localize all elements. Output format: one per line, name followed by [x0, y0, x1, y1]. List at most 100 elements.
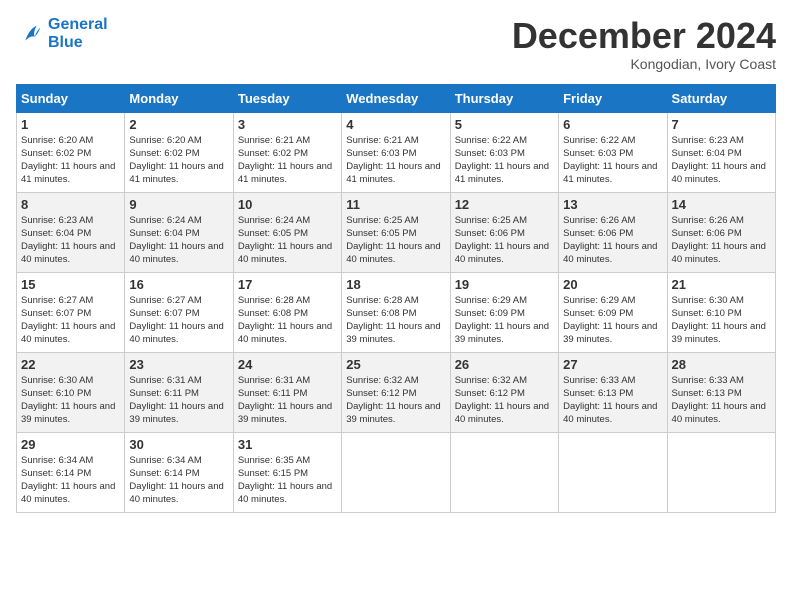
calendar-cell: 9 Sunrise: 6:24 AMSunset: 6:04 PMDaylight… [125, 192, 233, 272]
calendar-cell: 10Sunrise: 6:24 AMSunset: 6:05 PMDayligh… [233, 192, 341, 272]
logo-text: General Blue [48, 16, 108, 51]
day-info: Sunrise: 6:29 AMSunset: 6:09 PMDaylight:… [455, 294, 554, 347]
day-number: 11 [346, 197, 445, 212]
day-info: Sunrise: 6:21 AMSunset: 6:02 PMDaylight:… [238, 134, 337, 187]
day-info: Sunrise: 6:29 AMSunset: 6:09 PMDaylight:… [563, 294, 662, 347]
logo-icon [16, 20, 44, 48]
day-info: Sunrise: 6:34 AMSunset: 6:14 PMDaylight:… [129, 454, 228, 507]
day-number: 25 [346, 357, 445, 372]
day-info: Sunrise: 6:26 AMSunset: 6:06 PMDaylight:… [672, 214, 771, 267]
calendar-cell: 23Sunrise: 6:31 AMSunset: 6:11 PMDayligh… [125, 352, 233, 432]
calendar-header-row: SundayMondayTuesdayWednesdayThursdayFrid… [17, 84, 776, 112]
calendar-week-3: 15 Sunrise: 6:27 AMSunset: 6:07 PMDayligh… [17, 272, 776, 352]
day-info: Sunrise: 6:20 AMSunset: 6:02 PMDaylight:… [129, 134, 228, 187]
day-info: Sunrise: 6:33 AMSunset: 6:13 PMDaylight:… [672, 374, 771, 427]
day-number: 28 [672, 357, 771, 372]
day-info: Sunrise: 6:21 AMSunset: 6:03 PMDaylight:… [346, 134, 445, 187]
header-sunday: Sunday [17, 84, 125, 112]
day-number: 8 [21, 197, 120, 212]
calendar-cell: 5Sunrise: 6:22 AMSunset: 6:03 PMDaylight… [450, 112, 558, 192]
day-number: 7 [672, 117, 771, 132]
title-block: December 2024 Kongodian, Ivory Coast [512, 16, 776, 72]
calendar-cell: 18 Sunrise: 6:28 AMSunset: 6:08 PMDayligh… [342, 272, 450, 352]
calendar-cell: 24Sunrise: 6:31 AMSunset: 6:11 PMDayligh… [233, 352, 341, 432]
day-info: Sunrise: 6:25 AMSunset: 6:05 PMDaylight:… [346, 214, 445, 267]
header-tuesday: Tuesday [233, 84, 341, 112]
day-number: 14 [672, 197, 771, 212]
calendar-cell: 17 Sunrise: 6:28 AMSunset: 6:08 PMDayligh… [233, 272, 341, 352]
day-number: 30 [129, 437, 228, 452]
day-number: 31 [238, 437, 337, 452]
calendar-cell: 22Sunrise: 6:30 AMSunset: 6:10 PMDayligh… [17, 352, 125, 432]
day-number: 21 [672, 277, 771, 292]
day-info: Sunrise: 6:30 AMSunset: 6:10 PMDaylight:… [21, 374, 120, 427]
calendar-cell: 8 Sunrise: 6:23 AMSunset: 6:04 PMDaylight… [17, 192, 125, 272]
day-info: Sunrise: 6:35 AMSunset: 6:15 PMDaylight:… [238, 454, 337, 507]
day-number: 12 [455, 197, 554, 212]
calendar-cell [450, 432, 558, 512]
day-number: 26 [455, 357, 554, 372]
day-info: Sunrise: 6:34 AMSunset: 6:14 PMDaylight:… [21, 454, 120, 507]
calendar-cell: 7 Sunrise: 6:23 AMSunset: 6:04 PMDaylight… [667, 112, 775, 192]
day-info: Sunrise: 6:33 AMSunset: 6:13 PMDaylight:… [563, 374, 662, 427]
calendar-week-1: 1 Sunrise: 6:20 AMSunset: 6:02 PMDaylight… [17, 112, 776, 192]
day-info: Sunrise: 6:32 AMSunset: 6:12 PMDaylight:… [455, 374, 554, 427]
calendar-cell: 20 Sunrise: 6:29 AMSunset: 6:09 PMDayligh… [559, 272, 667, 352]
day-number: 1 [21, 117, 120, 132]
calendar-week-2: 8 Sunrise: 6:23 AMSunset: 6:04 PMDaylight… [17, 192, 776, 272]
header-friday: Friday [559, 84, 667, 112]
day-info: Sunrise: 6:25 AMSunset: 6:06 PMDaylight:… [455, 214, 554, 267]
day-info: Sunrise: 6:32 AMSunset: 6:12 PMDaylight:… [346, 374, 445, 427]
day-number: 18 [346, 277, 445, 292]
day-number: 17 [238, 277, 337, 292]
header-monday: Monday [125, 84, 233, 112]
day-info: Sunrise: 6:23 AMSunset: 6:04 PMDaylight:… [21, 214, 120, 267]
day-info: Sunrise: 6:31 AMSunset: 6:11 PMDaylight:… [129, 374, 228, 427]
day-info: Sunrise: 6:24 AMSunset: 6:04 PMDaylight:… [129, 214, 228, 267]
calendar-cell: 11 Sunrise: 6:25 AMSunset: 6:05 PMDayligh… [342, 192, 450, 272]
logo: General Blue [16, 16, 108, 51]
calendar-cell [559, 432, 667, 512]
day-number: 29 [21, 437, 120, 452]
day-number: 9 [129, 197, 228, 212]
day-number: 16 [129, 277, 228, 292]
day-number: 4 [346, 117, 445, 132]
day-info: Sunrise: 6:27 AMSunset: 6:07 PMDaylight:… [21, 294, 120, 347]
calendar-cell: 29 Sunrise: 6:34 AMSunset: 6:14 PMDayligh… [17, 432, 125, 512]
calendar-cell: 27Sunrise: 6:33 AMSunset: 6:13 PMDayligh… [559, 352, 667, 432]
header-thursday: Thursday [450, 84, 558, 112]
day-number: 10 [238, 197, 337, 212]
calendar-cell: 13Sunrise: 6:26 AMSunset: 6:06 PMDayligh… [559, 192, 667, 272]
day-number: 15 [21, 277, 120, 292]
day-number: 20 [563, 277, 662, 292]
day-info: Sunrise: 6:28 AMSunset: 6:08 PMDaylight:… [346, 294, 445, 347]
calendar-week-5: 29 Sunrise: 6:34 AMSunset: 6:14 PMDayligh… [17, 432, 776, 512]
calendar-cell: 21Sunrise: 6:30 AMSunset: 6:10 PMDayligh… [667, 272, 775, 352]
calendar-cell [342, 432, 450, 512]
day-info: Sunrise: 6:20 AMSunset: 6:02 PMDaylight:… [21, 134, 120, 187]
calendar-cell: 4 Sunrise: 6:21 AMSunset: 6:03 PMDaylight… [342, 112, 450, 192]
day-number: 19 [455, 277, 554, 292]
location: Kongodian, Ivory Coast [512, 56, 776, 72]
header-wednesday: Wednesday [342, 84, 450, 112]
calendar-cell: 12 Sunrise: 6:25 AMSunset: 6:06 PMDayligh… [450, 192, 558, 272]
day-info: Sunrise: 6:26 AMSunset: 6:06 PMDaylight:… [563, 214, 662, 267]
day-number: 6 [563, 117, 662, 132]
calendar-cell: 16Sunrise: 6:27 AMSunset: 6:07 PMDayligh… [125, 272, 233, 352]
calendar-cell: 6 Sunrise: 6:22 AMSunset: 6:03 PMDaylight… [559, 112, 667, 192]
day-number: 2 [129, 117, 228, 132]
day-info: Sunrise: 6:28 AMSunset: 6:08 PMDaylight:… [238, 294, 337, 347]
day-number: 3 [238, 117, 337, 132]
day-info: Sunrise: 6:23 AMSunset: 6:04 PMDaylight:… [672, 134, 771, 187]
day-info: Sunrise: 6:22 AMSunset: 6:03 PMDaylight:… [563, 134, 662, 187]
calendar-cell: 15 Sunrise: 6:27 AMSunset: 6:07 PMDayligh… [17, 272, 125, 352]
header-saturday: Saturday [667, 84, 775, 112]
page-header: General Blue December 2024 Kongodian, Iv… [16, 16, 776, 72]
calendar-cell [667, 432, 775, 512]
calendar-cell: 26 Sunrise: 6:32 AMSunset: 6:12 PMDayligh… [450, 352, 558, 432]
day-number: 5 [455, 117, 554, 132]
calendar-cell: 25 Sunrise: 6:32 AMSunset: 6:12 PMDayligh… [342, 352, 450, 432]
calendar-week-4: 22Sunrise: 6:30 AMSunset: 6:10 PMDayligh… [17, 352, 776, 432]
calendar-cell: 2 Sunrise: 6:20 AMSunset: 6:02 PMDaylight… [125, 112, 233, 192]
day-info: Sunrise: 6:31 AMSunset: 6:11 PMDaylight:… [238, 374, 337, 427]
